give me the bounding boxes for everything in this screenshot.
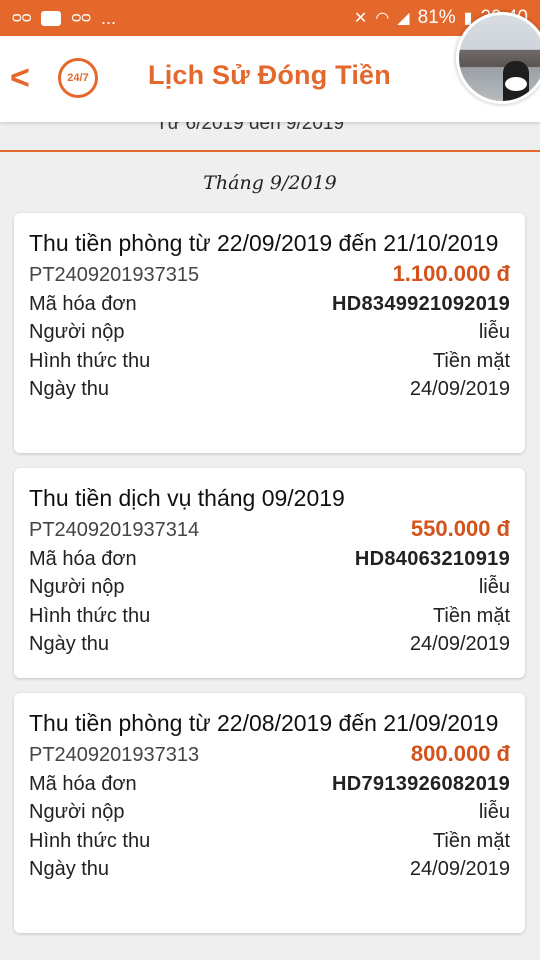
invoice-value: HD84063210919 bbox=[354, 547, 510, 570]
glasses-icon: ᴑᴑ bbox=[12, 9, 32, 26]
receipt-amount: 1.100.000 đ bbox=[392, 261, 510, 286]
more-notifications: ... bbox=[100, 7, 116, 28]
payer-value: liễu bbox=[478, 321, 510, 343]
status-bar: ᴑᴑ ᴑᴑ ... ✕ ◠ ◢ 81% ▮ 20:40 bbox=[0, 0, 540, 36]
avatar[interactable] bbox=[456, 12, 540, 104]
method-label: Hình thức thu bbox=[29, 829, 151, 852]
receipt-amount: 800.000 đ bbox=[410, 741, 510, 766]
invoice-label: Mã hóa đơn bbox=[29, 772, 137, 795]
notification-icons: ᴑᴑ ᴑᴑ ... bbox=[12, 8, 116, 29]
page-title: Lịch Sử Đóng Tiền bbox=[148, 60, 391, 90]
wifi-icon: ◠ bbox=[375, 10, 390, 27]
receipt-card[interactable]: Thu tiền phòng từ 22/09/2019 đến 21/10/2… bbox=[14, 213, 525, 453]
receipt-code: PT2409201937313 bbox=[29, 744, 200, 766]
signal-icon: ◢ bbox=[397, 10, 410, 27]
support-247-icon[interactable]: 24/7 bbox=[58, 58, 98, 98]
payer-value: liễu bbox=[478, 576, 510, 598]
back-button[interactable]: < bbox=[10, 58, 40, 98]
payer-label: Người nộp bbox=[29, 576, 125, 598]
method-label: Hình thức thu bbox=[29, 604, 151, 627]
method-value: Tiền mặt bbox=[432, 829, 510, 852]
date-label: Ngày thu bbox=[29, 633, 110, 655]
date-label: Ngày thu bbox=[29, 858, 110, 880]
receipt-amount: 550.000 đ bbox=[410, 516, 510, 541]
receipt-card[interactable]: Thu tiền dịch vụ tháng 09/2019 PT2409201… bbox=[14, 468, 525, 678]
mute-icon: ✕ bbox=[353, 10, 368, 27]
glasses-icon: ᴑᴑ bbox=[71, 9, 91, 26]
date-value: 24/09/2019 bbox=[409, 378, 510, 400]
invoice-value: HD7913926082019 bbox=[332, 772, 510, 795]
receipt-code: PT2409201937314 bbox=[29, 519, 200, 541]
method-value: Tiền mặt bbox=[432, 604, 510, 627]
invoice-label: Mã hóa đơn bbox=[29, 547, 137, 570]
avatar-wing bbox=[505, 77, 527, 91]
battery-percent: 81% bbox=[417, 7, 456, 28]
chat-icon bbox=[41, 10, 62, 26]
invoice-value: HD8349921092019 bbox=[332, 292, 510, 315]
header-divider bbox=[0, 150, 540, 152]
receipt-title: Thu tiền phòng từ 22/08/2019 đến 21/09/2… bbox=[29, 710, 499, 736]
payer-label: Người nộp bbox=[29, 321, 125, 343]
method-label: Hình thức thu bbox=[29, 349, 151, 372]
month-label: Tháng 9/2019 bbox=[203, 172, 337, 194]
payer-value: liễu bbox=[478, 801, 510, 823]
receipt-title: Thu tiền dịch vụ tháng 09/2019 bbox=[29, 485, 345, 511]
date-label: Ngày thu bbox=[29, 378, 110, 400]
receipt-code: PT2409201937315 bbox=[29, 264, 200, 286]
method-value: Tiền mặt bbox=[432, 349, 510, 372]
invoice-label: Mã hóa đơn bbox=[29, 292, 137, 315]
date-value: 24/09/2019 bbox=[409, 858, 510, 880]
receipt-title: Thu tiền phòng từ 22/09/2019 đến 21/10/2… bbox=[29, 230, 499, 256]
receipt-card[interactable]: Thu tiền phòng từ 22/08/2019 đến 21/09/2… bbox=[14, 693, 525, 933]
payer-label: Người nộp bbox=[29, 801, 125, 823]
date-value: 24/09/2019 bbox=[409, 633, 510, 655]
